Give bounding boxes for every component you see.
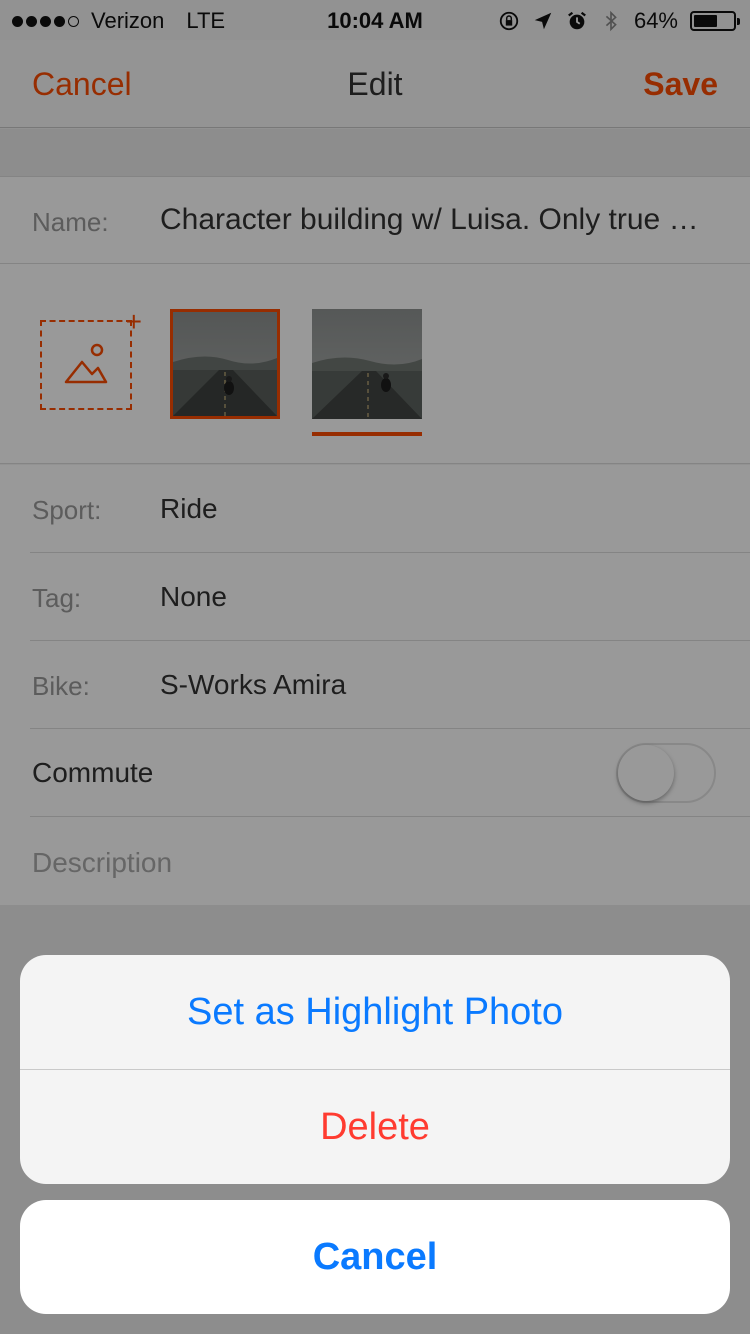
delete-button[interactable]: Delete [20,1070,730,1184]
action-sheet: Set as Highlight Photo Delete [20,955,730,1184]
action-sheet-cancel-button[interactable]: Cancel [20,1200,730,1314]
set-highlight-photo-button[interactable]: Set as Highlight Photo [20,955,730,1069]
